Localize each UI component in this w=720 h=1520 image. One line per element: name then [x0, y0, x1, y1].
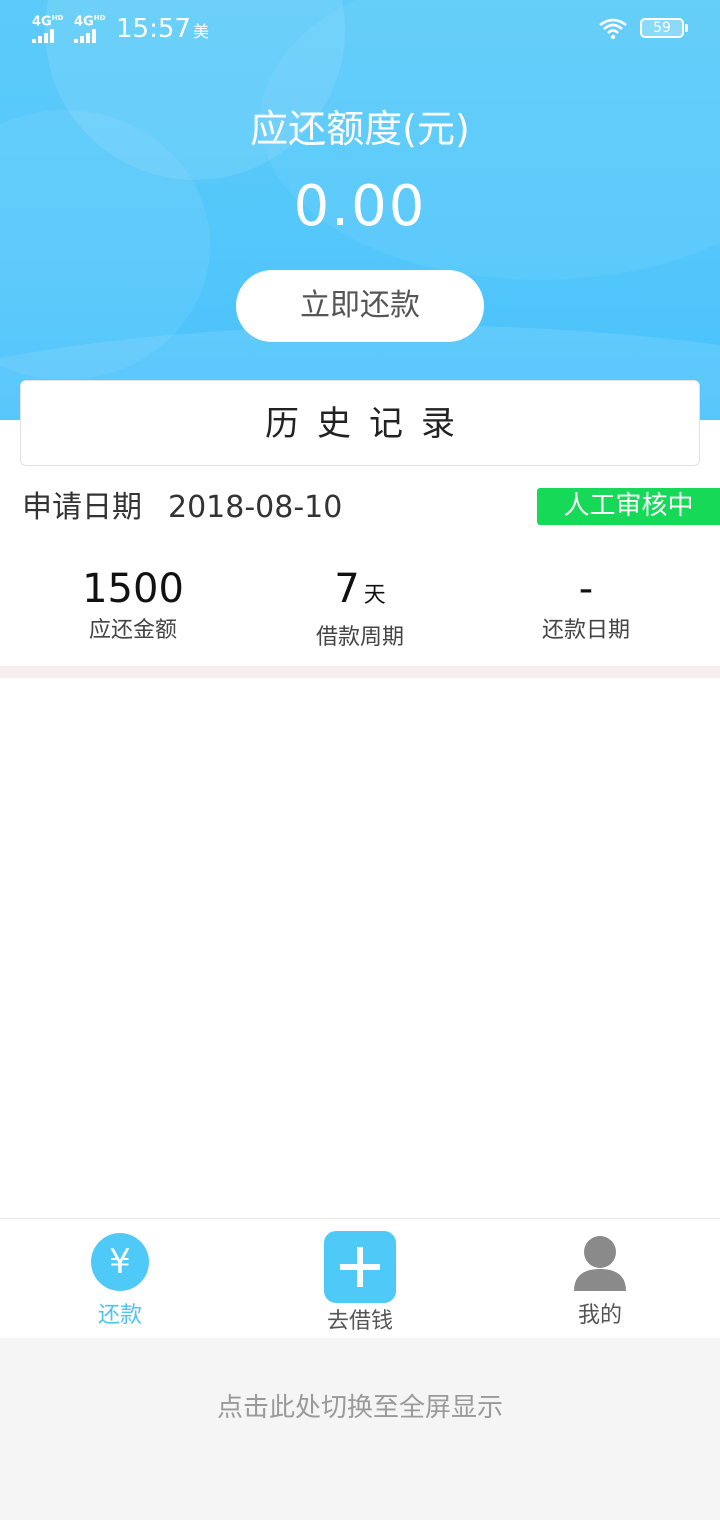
quota-label: 应还额度(元) [250, 107, 470, 151]
stat-label: 借款周期 [315, 625, 404, 650]
tab-repay[interactable]: ¥ 还款 [0, 1219, 240, 1339]
stat-label: 应还金额 [88, 618, 177, 643]
history-title: 历史记录 [20, 380, 700, 466]
wifi-icon [599, 18, 627, 40]
quota-value: 0.00 [293, 174, 427, 239]
tab-label: 还款 [97, 1303, 142, 1328]
status-bar: 4GHD 4GHD 15:57 美 59 [0, 0, 720, 56]
stat-value: 7 [334, 566, 360, 612]
section-divider [0, 666, 720, 678]
stat-repay-date: - 还款日期 [466, 564, 706, 648]
stat-value: - [578, 566, 594, 612]
record-stats: 1500 应还金额 7天 借款周期 - 还款日期 [0, 564, 720, 654]
tab-label: 我的 [577, 1303, 622, 1328]
tab-mine[interactable]: 我的 [480, 1219, 720, 1339]
history-record[interactable]: 申请日期 2018-08-10 人工审核中 [22, 486, 720, 530]
repay-now-button[interactable]: 立即还款 [236, 270, 484, 342]
battery-level: 59 [653, 20, 671, 36]
yen-icon: ¥ [91, 1233, 149, 1291]
apply-date-label: 申请日期 [22, 490, 142, 525]
signal-icon: 4GHD [32, 12, 63, 44]
stat-value: 1500 [82, 566, 184, 612]
header: 4GHD 4GHD 15:57 美 59 应还额度(元) 0.00 立即还款 [0, 0, 720, 420]
tab-label: 去借钱 [326, 1309, 393, 1334]
plus-icon [324, 1231, 396, 1303]
tab-borrow[interactable]: 去借钱 [240, 1219, 480, 1339]
carrier-glyph: 美 [193, 22, 210, 41]
stat-label: 还款日期 [541, 618, 630, 643]
stat-repay-amount: 1500 应还金额 [13, 564, 253, 648]
fullscreen-toggle[interactable]: 点击此处切换至全屏显示 [0, 1338, 720, 1520]
status-badge: 人工审核中 [537, 488, 720, 525]
stat-loan-period: 7天 借款周期 [240, 564, 480, 655]
apply-date-value: 2018-08-10 [168, 490, 343, 525]
signal-icon: 4GHD [74, 12, 105, 44]
battery-icon: 59 [640, 18, 688, 38]
bottom-tab-bar: ¥ 还款 去借钱 我的 [0, 1218, 720, 1338]
stat-unit: 天 [363, 583, 386, 608]
status-time: 15:57 [116, 14, 191, 44]
person-icon [574, 1236, 626, 1291]
